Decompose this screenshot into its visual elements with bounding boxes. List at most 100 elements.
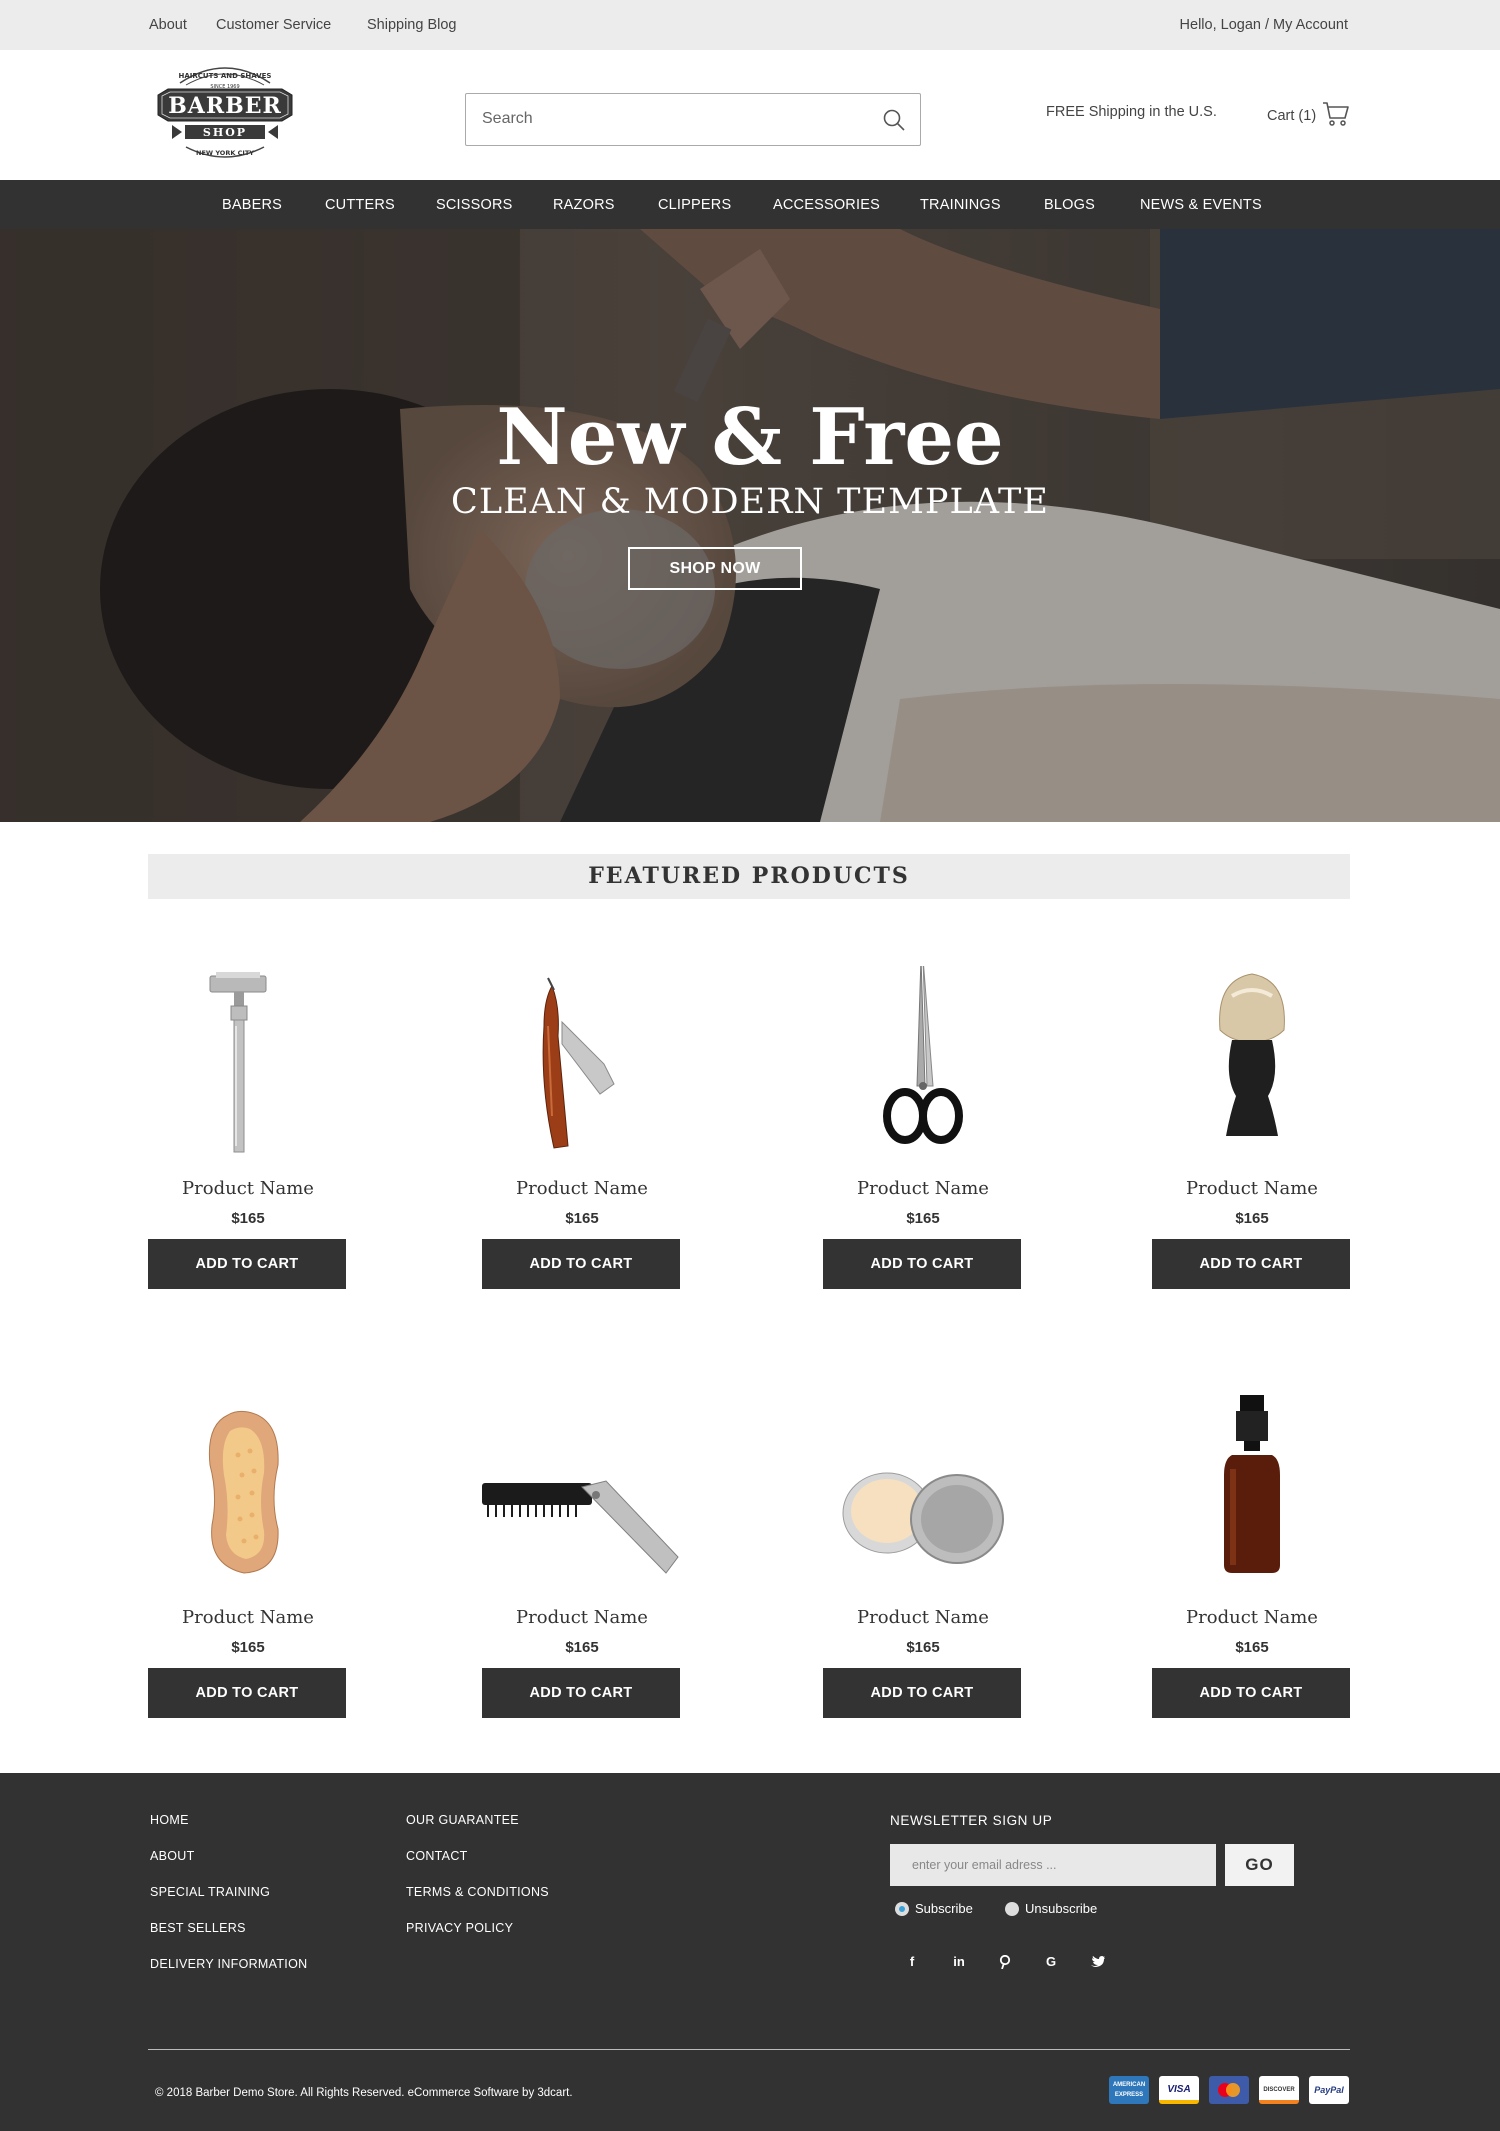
product-name[interactable]: Product Name <box>482 1178 682 1199</box>
account-link[interactable]: Hello, Logan / My Account <box>1180 17 1348 33</box>
add-to-cart-button[interactable]: ADD TO CART <box>482 1239 680 1289</box>
paypal-label: PayPal <box>1314 2085 1344 2095</box>
pinterest-icon[interactable] <box>994 1951 1016 1973</box>
free-shipping-note: FREE Shipping in the U.S. <box>1046 104 1217 120</box>
site-header: HAIRCUTS AND SHAVES SINCE 1969 BARBER SH… <box>0 50 1500 180</box>
product-price: $165 <box>1235 1639 1269 1656</box>
footer-link-special-training[interactable]: SPECIAL TRAINING <box>150 1885 270 1899</box>
add-to-cart-button[interactable]: ADD TO CART <box>1152 1239 1350 1289</box>
search-input[interactable] <box>482 94 862 144</box>
product-price: $165 <box>565 1210 599 1227</box>
discover-label: DISCOVER <box>1263 2087 1295 2093</box>
radio-selected-icon <box>895 1901 909 1916</box>
linkedin-icon[interactable]: in <box>948 1951 970 1973</box>
beard-brush-image[interactable] <box>148 1395 348 1595</box>
safety-razor-image[interactable] <box>148 966 348 1166</box>
search-icon[interactable] <box>882 108 906 132</box>
product-name[interactable]: Product Name <box>823 1178 1023 1199</box>
product-name[interactable]: Product Name <box>1152 1607 1352 1628</box>
mastercard-icon <box>1209 2076 1249 2104</box>
amex-label: AMERICAN EXPRESS <box>1112 2082 1146 2098</box>
nav-item-clippers[interactable]: CLIPPERS <box>658 197 731 213</box>
hero-title: New & Free <box>496 392 1004 483</box>
cart-label: Cart (1) <box>1267 108 1317 124</box>
product-name[interactable]: Product Name <box>823 1607 1023 1628</box>
facebook-icon[interactable]: f <box>901 1951 923 1973</box>
hero-photo <box>0 229 1500 822</box>
search-box <box>465 93 921 146</box>
unsubscribe-radio[interactable]: Unsubscribe <box>1005 1901 1097 1916</box>
footer-link-about[interactable]: ABOUT <box>150 1849 195 1863</box>
nav-item-blogs[interactable]: BLOGS <box>1044 197 1095 213</box>
footer-link-contact[interactable]: CONTACT <box>406 1849 468 1863</box>
product-price: $165 <box>231 1210 265 1227</box>
folding-comb-image[interactable] <box>482 1395 682 1595</box>
add-to-cart-button[interactable]: ADD TO CART <box>823 1239 1021 1289</box>
product-name[interactable]: Product Name <box>482 1607 682 1628</box>
add-to-cart-button[interactable]: ADD TO CART <box>823 1668 1021 1718</box>
nav-item-babers[interactable]: BABERS <box>222 197 282 213</box>
nav-item-scissors[interactable]: SCISSORS <box>436 197 513 213</box>
product-price: $165 <box>906 1210 940 1227</box>
nav-item-cutters[interactable]: CUTTERS <box>325 197 395 213</box>
footer-link-privacy-policy[interactable]: PRIVACY POLICY <box>406 1921 513 1935</box>
newsletter-title: NEWSLETTER SIGN UP <box>890 1813 1053 1828</box>
shaving-brush-image[interactable] <box>1152 966 1352 1166</box>
subscribe-label: Subscribe <box>915 1901 973 1916</box>
newsletter-email-field[interactable] <box>890 1844 1216 1886</box>
discover-card-icon: DISCOVER <box>1259 2076 1299 2104</box>
nav-item-trainings[interactable]: TRAININGS <box>920 197 1001 213</box>
topbar-link-shipping-blog[interactable]: Shipping Blog <box>367 17 457 33</box>
footer-link-delivery-information[interactable]: DELIVERY INFORMATION <box>150 1957 307 1971</box>
nav-item-accessories[interactable]: ACCESSORIES <box>773 197 880 213</box>
topbar-link-about[interactable]: About <box>149 17 187 33</box>
footer-link-our-guarantee[interactable]: OUR GUARANTEE <box>406 1813 519 1827</box>
hero-subtitle: CLEAN & MODERN TEMPLATE <box>451 482 1049 522</box>
featured-products-heading: FEATURED PRODUCTS <box>148 854 1350 899</box>
main-navigation: BABERS CUTTERS SCISSORS RAZORS CLIPPERS … <box>0 180 1500 229</box>
utility-bar: About Customer Service Shipping Blog Hel… <box>0 0 1500 50</box>
amex-card-icon: AMERICAN EXPRESS <box>1109 2076 1149 2104</box>
spray-bottle-image[interactable] <box>1152 1395 1352 1595</box>
scissors-image[interactable] <box>823 957 1023 1166</box>
topbar-link-customer-service[interactable]: Customer Service <box>216 17 331 33</box>
product-name[interactable]: Product Name <box>148 1607 348 1628</box>
site-footer: HOME ABOUT SPECIAL TRAINING BEST SELLERS… <box>0 1773 1500 2131</box>
footer-divider <box>148 2049 1350 2050</box>
product-price: $165 <box>565 1639 599 1656</box>
nav-item-razors[interactable]: RAZORS <box>553 197 615 213</box>
hero-banner: New & Free CLEAN & MODERN TEMPLATE SHOP … <box>0 229 1500 822</box>
add-to-cart-button[interactable]: ADD TO CART <box>148 1668 346 1718</box>
logo-city: NEW YORK CITY <box>196 149 254 157</box>
product-price: $165 <box>231 1639 265 1656</box>
footer-link-terms-conditions[interactable]: TERMS & CONDITIONS <box>406 1885 549 1899</box>
logo-wordmark: BARBER <box>168 93 282 119</box>
google-icon[interactable]: G <box>1040 1951 1062 1973</box>
radio-unselected-icon <box>1005 1901 1019 1916</box>
unsubscribe-label: Unsubscribe <box>1025 1901 1098 1916</box>
cart-button[interactable]: Cart (1) <box>1267 101 1350 131</box>
copyright-text: © 2018 Barber Demo Store. All Rights Res… <box>155 2087 573 2099</box>
product-name[interactable]: Product Name <box>148 1178 348 1199</box>
footer-link-home[interactable]: HOME <box>150 1813 189 1827</box>
featured-heading-text: FEATURED PRODUCTS <box>588 863 910 889</box>
add-to-cart-button[interactable]: ADD TO CART <box>1152 1668 1350 1718</box>
add-to-cart-button[interactable]: ADD TO CART <box>482 1668 680 1718</box>
footer-link-best-sellers[interactable]: BEST SELLERS <box>150 1921 246 1935</box>
nav-item-news-events[interactable]: NEWS & EVENTS <box>1140 197 1262 213</box>
newsletter-go-button[interactable]: GO <box>1225 1844 1294 1886</box>
visa-label: VISA <box>1167 2084 1191 2095</box>
store-logo[interactable]: HAIRCUTS AND SHAVES SINCE 1969 BARBER SH… <box>150 55 300 175</box>
shop-now-button[interactable]: SHOP NOW <box>628 547 802 590</box>
product-name[interactable]: Product Name <box>1152 1178 1352 1199</box>
product-price: $165 <box>1235 1210 1269 1227</box>
logo-subword: SHOP <box>203 126 247 139</box>
logo-tagline: HAIRCUTS AND SHAVES <box>179 72 272 80</box>
straight-razor-image[interactable] <box>482 966 682 1166</box>
subscribe-radio[interactable]: Subscribe <box>895 1901 973 1916</box>
visa-card-icon: VISA <box>1159 2076 1199 2104</box>
cart-icon <box>1322 101 1350 131</box>
pomade-tin-image[interactable] <box>823 1395 1023 1595</box>
add-to-cart-button[interactable]: ADD TO CART <box>148 1239 346 1289</box>
twitter-icon[interactable] <box>1087 1951 1109 1973</box>
